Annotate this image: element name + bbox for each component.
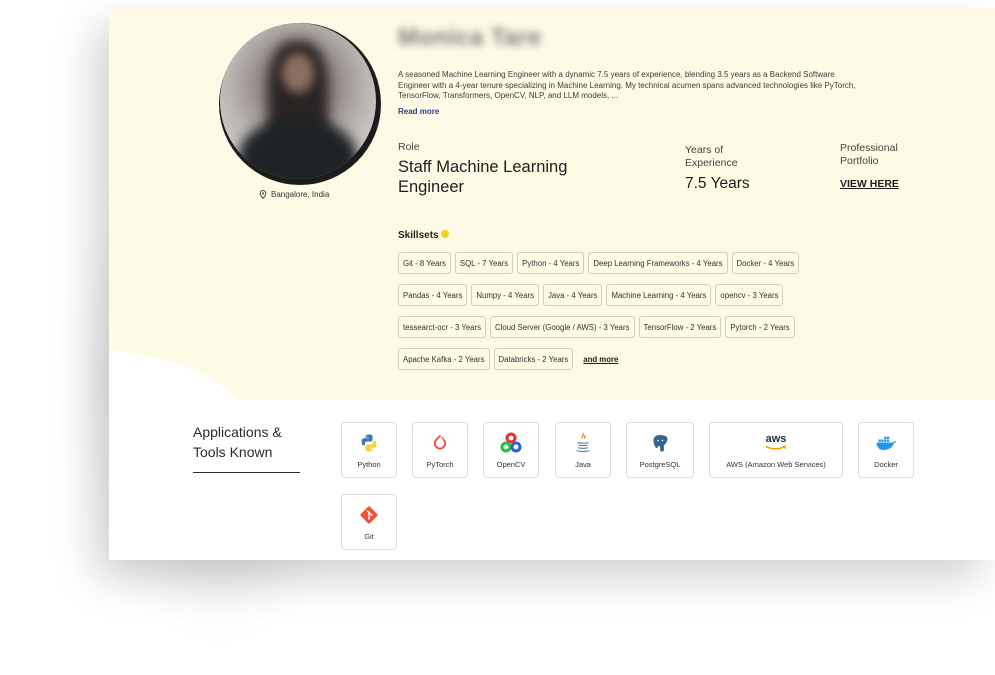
experience-label: Years of Experience <box>685 144 738 169</box>
tool-label: Git <box>364 531 374 541</box>
python-icon <box>358 432 380 454</box>
skill-chip: opencv - 3 Years <box>715 284 784 306</box>
skill-chip: Pytorch - 2 Years <box>725 316 795 338</box>
tool-card-pytorch: PyTorch <box>412 422 468 478</box>
skill-chip: TensorFlow - 2 Years <box>638 316 722 338</box>
location-pin-icon <box>259 190 267 199</box>
tool-card-java: Java <box>555 422 611 478</box>
skill-row: Apache Kafka - 2 Years Databricks - 2 Ye… <box>398 348 878 370</box>
skill-chip: Java - 4 Years <box>543 284 603 306</box>
apps-title-underline <box>193 472 300 473</box>
aws-smile-icon <box>765 445 787 450</box>
profile-card: Bangalore, India Monica Tare A seasoned … <box>109 8 995 560</box>
skill-chip: Numpy - 4 Years <box>471 284 540 306</box>
tool-card-postgresql: PostgreSQL <box>626 422 694 478</box>
tool-label: PyTorch <box>426 459 454 469</box>
skillsets-accent-dot <box>441 230 449 238</box>
skill-chip: Apache Kafka - 2 Years <box>398 348 490 370</box>
location: Bangalore, India <box>259 190 329 199</box>
portfolio-label: Professional Portfolio <box>840 142 898 167</box>
skill-chip: Databricks - 2 Years <box>493 348 574 370</box>
opencv-icon <box>500 432 522 454</box>
docker-icon <box>875 432 897 454</box>
skill-row: tessearct-ocr - 3 Years Cloud Server (Go… <box>398 316 878 338</box>
skill-row: Git - 8 Years SQL - 7 Years Python - 4 Y… <box>398 252 878 274</box>
skillsets-title: Skillsets <box>398 230 439 241</box>
candidate-name: Monica Tare <box>398 24 542 51</box>
avatar-body <box>238 118 358 179</box>
tool-label: Java <box>575 459 591 469</box>
skill-chip: Git - 8 Years <box>398 252 451 274</box>
tool-card-opencv: OpenCV <box>483 422 539 478</box>
experience-value: 7.5 Years <box>685 175 750 192</box>
avatar-face <box>282 53 314 93</box>
tool-label: Docker <box>874 459 898 469</box>
skills-list: Git - 8 Years SQL - 7 Years Python - 4 Y… <box>398 252 878 380</box>
tool-label: Python <box>357 459 381 469</box>
postgresql-icon <box>649 432 671 454</box>
skill-chip: Deep Learning Frameworks - 4 Years <box>588 252 728 274</box>
skill-chip: Python - 4 Years <box>517 252 585 274</box>
git-icon <box>358 504 380 526</box>
portfolio-link[interactable]: VIEW HERE <box>840 178 899 190</box>
read-more-link[interactable]: Read more <box>398 107 439 116</box>
skill-chip: SQL - 7 Years <box>454 252 514 274</box>
role-label: Role <box>398 141 420 153</box>
pytorch-icon <box>429 432 451 454</box>
bio-text: A seasoned Machine Learning Engineer wit… <box>398 70 856 101</box>
skill-row: Pandas - 4 Years Numpy - 4 Years Java - … <box>398 284 878 306</box>
role-value: Staff Machine Learning Engineer <box>398 158 568 196</box>
skill-chip: Docker - 4 Years <box>731 252 800 274</box>
tool-card-docker: Docker <box>858 422 914 478</box>
skill-chip: tessearct-ocr - 3 Years <box>398 316 487 338</box>
tool-card-git: Git <box>341 494 397 550</box>
skill-chip: Machine Learning - 4 Years <box>606 284 712 306</box>
skill-chip: Pandas - 4 Years <box>398 284 468 306</box>
tool-label: AWS (Amazon Web Services) <box>726 459 826 469</box>
aws-logo-text: aws <box>765 433 787 445</box>
skill-chip: Cloud Server (Google / AWS) - 3 Years <box>490 316 635 338</box>
avatar <box>220 23 376 179</box>
java-icon <box>572 432 594 454</box>
location-text: Bangalore, India <box>271 190 330 199</box>
apps-title: Applications & Tools Known <box>193 424 282 460</box>
tool-label: OpenCV <box>496 459 526 469</box>
tool-card-python: Python <box>341 422 397 478</box>
and-more-link[interactable]: and more <box>583 355 618 364</box>
tool-card-aws: aws AWS (Amazon Web Services) <box>709 422 843 478</box>
tool-label: PostgreSQL <box>639 459 681 469</box>
aws-icon: aws <box>756 432 796 454</box>
